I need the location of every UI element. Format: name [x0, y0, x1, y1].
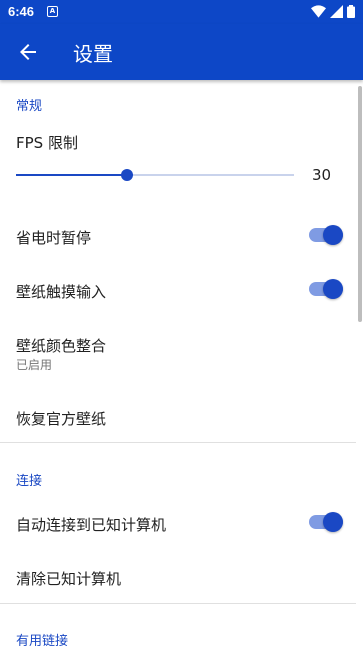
switch-thumb [323, 512, 343, 532]
category-useful-links: 有用链接 [16, 634, 69, 646]
auto-connect-title: 自动连接到已知计算机 [16, 516, 167, 534]
category-connection: 连接 [16, 474, 43, 489]
power-save-pause-switch[interactable] [309, 225, 345, 245]
status-bar: 6:46 A [0, 0, 363, 24]
app-bar: 设置 [0, 24, 363, 80]
clear-known-computers-title: 清除已知计算机 [16, 570, 122, 588]
scrollbar[interactable] [358, 86, 362, 322]
auto-connect-switch[interactable] [309, 512, 345, 532]
wifi-icon [311, 5, 326, 18]
status-time: 6:46 [8, 4, 35, 19]
divider [0, 603, 356, 604]
arrow-left-icon[interactable] [16, 40, 40, 64]
system-icons [311, 5, 355, 18]
wallpaper-color-integration-title: 壁纸颜色整合 [16, 337, 107, 355]
wallpaper-color-integration-summary: 已启用 [16, 358, 53, 372]
restore-official-wallpaper-title: 恢复官方壁纸 [16, 410, 107, 428]
switch-thumb [323, 225, 343, 245]
power-save-pause-title: 省电时暂停 [16, 229, 92, 247]
wallpaper-touch-input-title: 壁纸触摸输入 [16, 283, 107, 301]
settings-list[interactable]: 常规 FPS 限制 30 省电时暂停 壁纸触摸输入 壁纸颜色整合 已启用 恢复官… [0, 80, 363, 646]
switch-thumb [323, 279, 343, 299]
signal-icon [330, 5, 343, 18]
fps-slider-thumb[interactable] [121, 169, 134, 181]
divider [0, 442, 356, 443]
page-title: 设置 [73, 42, 113, 66]
fps-limit-title: FPS 限制 [16, 134, 78, 152]
category-general: 常规 [16, 99, 43, 114]
fps-slider-fill [16, 174, 128, 176]
a-notification-icon: A [47, 6, 58, 17]
battery-icon [347, 5, 355, 18]
wallpaper-touch-input-switch[interactable] [309, 279, 345, 299]
fps-value: 30 [312, 166, 332, 184]
